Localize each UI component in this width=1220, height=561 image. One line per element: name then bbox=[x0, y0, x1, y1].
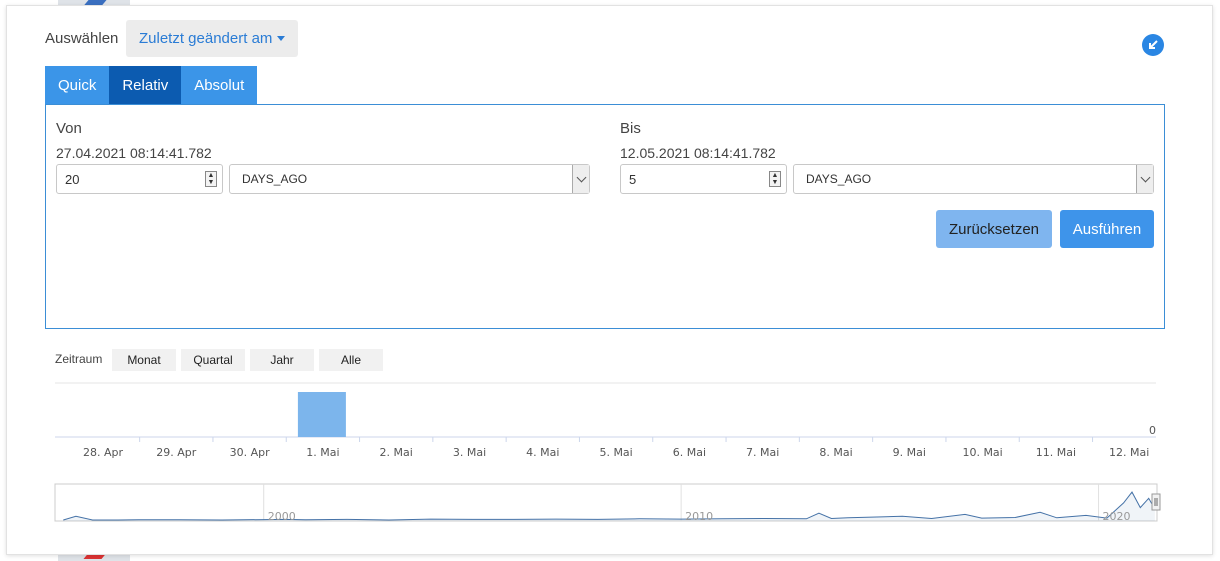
to-label: Bis bbox=[620, 120, 641, 137]
navigator-tick-label: 2000 bbox=[268, 510, 296, 523]
navigator-series-line bbox=[63, 491, 1156, 521]
x-tick-label: 11. Mai bbox=[1036, 446, 1076, 459]
x-tick-label: 10. Mai bbox=[962, 446, 1002, 459]
chevron-down-icon bbox=[1136, 165, 1153, 193]
x-tick-label: 30. Apr bbox=[230, 446, 270, 459]
timeline-navigator[interactable]: 2000 2010 2020 bbox=[0, 480, 1220, 530]
from-label: Von bbox=[56, 120, 82, 137]
to-unit-value: DAYS_AGO bbox=[806, 172, 872, 186]
period-year-button[interactable]: Jahr bbox=[250, 349, 314, 371]
execute-button[interactable]: Ausführen bbox=[1060, 210, 1154, 248]
x-tick-label: 8. Mai bbox=[819, 446, 852, 459]
from-unit-select[interactable]: DAYS_AGO bbox=[229, 164, 590, 194]
mode-tabs: Quick Relativ Absolut bbox=[45, 66, 258, 104]
x-tick-label: 29. Apr bbox=[156, 446, 196, 459]
caret-down-icon bbox=[277, 36, 286, 41]
x-tick-label: 4. Mai bbox=[526, 446, 559, 459]
period-quarter-button[interactable]: Quartal bbox=[181, 349, 245, 371]
to-date: 12.05.2021 08:14:41.782 bbox=[620, 145, 776, 161]
x-tick-label: 5. Mai bbox=[599, 446, 632, 459]
x-tick-label: 3. Mai bbox=[453, 446, 486, 459]
navigator-tick-label: 2020 bbox=[1103, 510, 1131, 523]
period-label: Zeitraum bbox=[55, 352, 103, 366]
x-tick-label: 2. Mai bbox=[380, 446, 413, 459]
relative-range-form: Von 27.04.2021 08:14:41.782 20 ▲ ▼ DAYS_A… bbox=[45, 104, 1165, 329]
tab-relativ[interactable]: Relativ bbox=[109, 66, 182, 104]
x-tick-label: 12. Mai bbox=[1109, 446, 1149, 459]
navigator-tick-label: 2010 bbox=[685, 510, 713, 523]
period-all-button[interactable]: Alle bbox=[319, 349, 383, 371]
from-unit-value: DAYS_AGO bbox=[242, 172, 308, 186]
tab-quick[interactable]: Quick bbox=[45, 66, 110, 104]
x-tick-label: 9. Mai bbox=[893, 446, 926, 459]
chevron-down-icon bbox=[572, 165, 589, 193]
from-amount-value: 20 bbox=[65, 171, 80, 187]
from-date: 27.04.2021 08:14:41.782 bbox=[56, 145, 212, 161]
navigator-series-area bbox=[63, 492, 1155, 521]
from-amount-input[interactable]: 20 ▲ ▼ bbox=[56, 164, 223, 194]
to-unit-select[interactable]: DAYS_AGO bbox=[793, 164, 1154, 194]
x-tick-label: 28. Apr bbox=[83, 446, 123, 459]
stepper-icon[interactable]: ▲ ▼ bbox=[205, 171, 217, 187]
reset-button[interactable]: Zurücksetzen bbox=[936, 210, 1052, 248]
navigator-handle[interactable] bbox=[1151, 493, 1161, 511]
date-field-dropdown[interactable]: Zuletzt geändert am bbox=[126, 20, 298, 57]
stepper-icon[interactable]: ▲ ▼ bbox=[769, 171, 781, 187]
arrow-down-left-icon[interactable] bbox=[1142, 34, 1164, 56]
navigator-frame bbox=[54, 483, 1158, 522]
date-field-dropdown-label: Zuletzt geändert am bbox=[139, 30, 273, 47]
period-month-button[interactable]: Monat bbox=[112, 349, 176, 371]
x-tick-label: 7. Mai bbox=[746, 446, 779, 459]
timeline-histogram: 28. Apr 29. Apr 30. Apr 1. Mai 2. Mai 3. Mai 4… bbox=[55, 382, 1156, 459]
to-amount-value: 5 bbox=[629, 171, 637, 187]
select-label: Auswählen bbox=[45, 30, 119, 47]
x-tick-label: 6. Mai bbox=[673, 446, 706, 459]
tab-absolut[interactable]: Absolut bbox=[181, 66, 258, 104]
to-amount-input[interactable]: 5 ▲ ▼ bbox=[620, 164, 787, 194]
y-tick-label: 0 bbox=[1149, 424, 1156, 437]
x-tick-label: 1. Mai bbox=[306, 446, 339, 459]
histogram-bar[interactable] bbox=[297, 392, 346, 437]
